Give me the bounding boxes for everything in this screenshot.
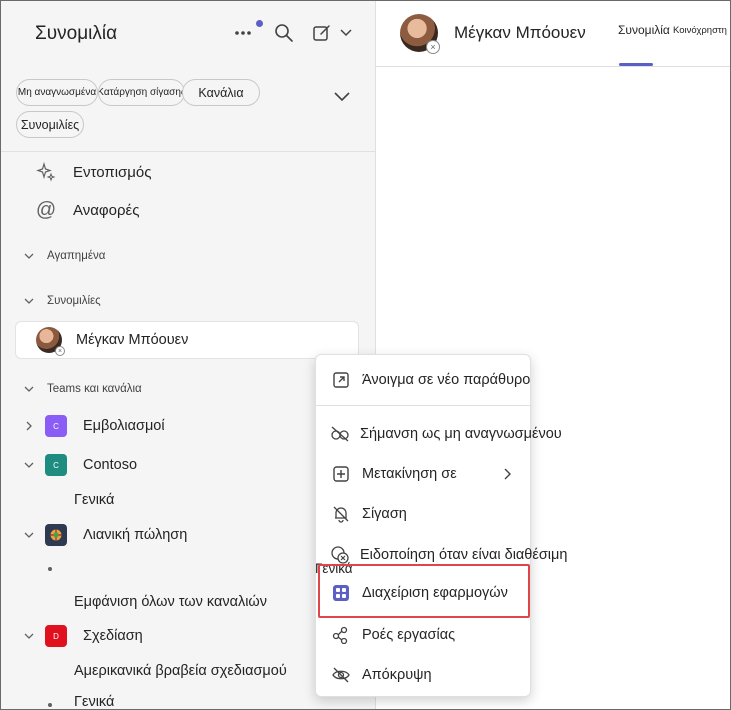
team-name: Contoso — [83, 457, 138, 473]
team-name: Σχεδίαση — [83, 628, 143, 644]
filter-chats[interactable]: Συνομιλίες — [16, 111, 84, 138]
chat-item-megan-bowen[interactable]: × Μέγκαν Μπόουεν — [15, 321, 359, 359]
show-all-channels-link[interactable]: Εμφάνιση όλων των καναλιών — [74, 591, 267, 613]
team-tile-icon: C — [45, 415, 67, 437]
menu-item-label: Απόκρυψη — [362, 667, 432, 683]
nav-mentions-label: Αναφορές — [73, 201, 140, 219]
chevron-down-icon — [24, 298, 34, 304]
sidebar-divider — [1, 151, 375, 152]
channel-design-general[interactable]: Γενικά — [74, 691, 114, 709]
chevron-right-icon — [26, 421, 32, 431]
nav-discover-label: Εντοπισμός — [73, 163, 152, 181]
section-teams[interactable]: Teams και κανάλια — [23, 379, 142, 399]
chevron-down-icon — [24, 532, 34, 538]
bell-off-icon — [330, 503, 352, 525]
tab-shared[interactable]: Κοινόχρηστη — [673, 25, 727, 36]
menu-item-open-new-window[interactable]: Άνοιγμα σε νέο παράθυρο — [316, 364, 532, 396]
bullet — [48, 567, 52, 571]
menu-item-label: Άνοιγμα σε νέο παράθυρο — [362, 372, 531, 388]
menu-item-label: Διαχείριση εφαρμογών — [362, 585, 508, 601]
avatar: × — [36, 327, 65, 356]
section-favorites[interactable]: Αγαπημένα — [23, 246, 105, 266]
menu-item-label: Σίγαση — [362, 506, 407, 522]
menu-item-mute[interactable]: Σίγαση — [316, 498, 532, 530]
eye-off-icon — [330, 664, 352, 686]
filter-unread[interactable]: Μη αναγνωσμένα — [16, 79, 98, 106]
chevron-down-icon — [24, 253, 34, 259]
avatar: × — [400, 14, 440, 54]
team-retail[interactable]: Λιανική πώληση — [23, 522, 187, 548]
channel-contoso-general[interactable]: Γενικά — [74, 489, 114, 511]
search-icon[interactable] — [270, 19, 298, 47]
menu-item-mark-unread[interactable]: Σήμανση ως μη αναγνωσμένου — [316, 418, 562, 450]
chevron-down-icon[interactable] — [332, 19, 360, 47]
team-design[interactable]: D Σχεδίαση — [23, 623, 143, 649]
team-name: Εμβολιασμοί — [83, 418, 165, 434]
chevron-right-icon — [504, 468, 511, 480]
filter-unmute[interactable]: Κατάργηση σίγασης — [98, 79, 185, 106]
open-new-window-icon — [330, 369, 352, 391]
active-tab-indicator — [619, 63, 653, 66]
section-chats-label: Συνομιλίες — [47, 295, 101, 307]
at-sign-icon: @ — [35, 198, 57, 221]
menu-item-label: Ροές εργασίας — [362, 627, 456, 643]
menu-item-hide[interactable]: Απόκρυψη — [316, 659, 532, 691]
nav-mentions[interactable]: @ Αναφορές — [35, 198, 140, 222]
section-teams-label: Teams και κανάλια — [47, 383, 142, 395]
workflows-icon — [330, 624, 352, 646]
section-chats[interactable]: Συνομιλίες — [23, 291, 101, 311]
menu-item-label: Ειδοποίηση όταν είναι διαθέσιμη — [360, 547, 568, 563]
team-name: Λιανική πώληση — [83, 527, 188, 543]
globe-tile-icon — [45, 524, 67, 546]
status-offline-icon: × — [426, 40, 440, 54]
chat-header: × Μέγκαν Μπόουεν Συνομιλία Κοινόχρηστη — [376, 1, 730, 67]
menu-divider — [316, 405, 532, 406]
chat-header-name: Μέγκαν Μπόουεν — [454, 23, 586, 42]
add-square-icon — [330, 463, 352, 485]
section-favorites-label: Αγαπημένα — [47, 250, 106, 262]
bullet — [48, 703, 52, 707]
mark-unread-icon — [330, 423, 350, 445]
notification-dot — [256, 20, 263, 27]
filters-expand-chevron-icon[interactable] — [331, 85, 353, 107]
channel-design-awards[interactable]: Αμερικανικά βραβεία σχεδιασμού — [74, 660, 287, 682]
team-contoso[interactable]: C Contoso — [23, 452, 137, 478]
chat-item-name: Μέγκαν Μπόουεν — [76, 332, 189, 348]
status-offline-icon: × — [55, 346, 65, 356]
overlap-channel-label: Γενικά — [315, 561, 353, 576]
more-options-icon[interactable] — [229, 19, 257, 47]
chevron-down-icon — [24, 633, 34, 639]
context-menu: Άνοιγμα σε νέο παράθυρο Σήμανση ως μη αν… — [315, 354, 567, 697]
apps-grid-icon — [330, 582, 352, 604]
teams-window: Συνομιλία Μη αναγνωσμένα Κατάργηση σίγασ… — [0, 0, 731, 710]
sparkle-icon — [35, 161, 57, 183]
team-tile-icon: D — [45, 625, 67, 647]
nav-discover[interactable]: Εντοπισμός — [35, 160, 152, 184]
tab-chat[interactable]: Συνομιλία — [618, 23, 670, 37]
chevron-down-icon — [24, 386, 34, 392]
chevron-down-icon — [24, 462, 34, 468]
team-tile-icon: C — [45, 454, 67, 476]
menu-item-workflows[interactable]: Ροές εργασίας — [316, 619, 532, 651]
team-vaccinations[interactable]: C Εμβολιασμοί — [23, 413, 165, 439]
filter-channels[interactable]: Κανάλια — [182, 79, 260, 106]
menu-item-move-to[interactable]: Μετακίνηση σε — [316, 458, 532, 490]
menu-item-label: Σήμανση ως μη αναγνωσμένου — [360, 426, 562, 442]
menu-item-manage-apps[interactable]: Διαχείριση εφαρμογών — [316, 577, 532, 609]
sidebar-title: Συνομιλία — [35, 23, 118, 44]
menu-item-label: Μετακίνηση σε — [362, 466, 457, 482]
